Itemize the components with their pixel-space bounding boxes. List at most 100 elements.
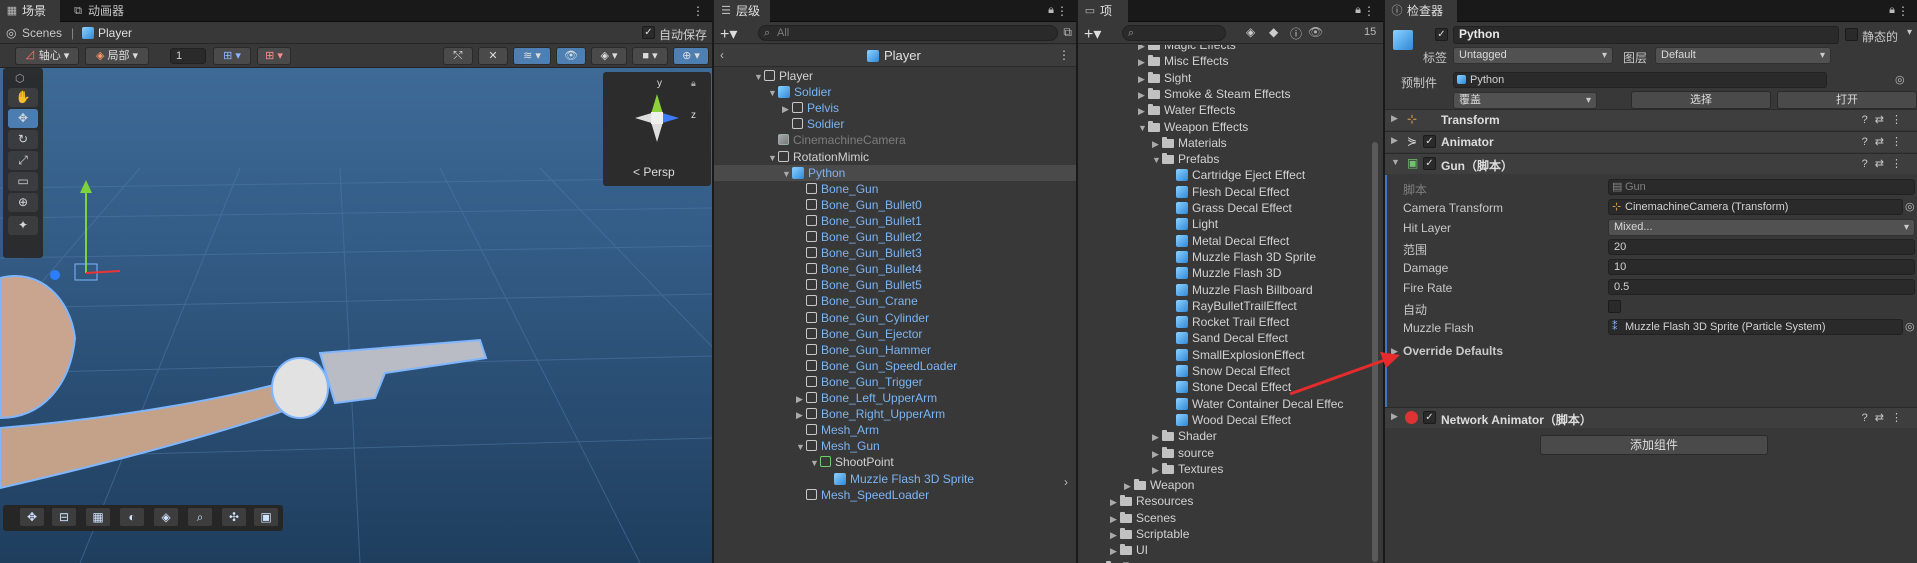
expand-arrow-icon[interactable]: ▶ — [782, 101, 792, 117]
bottom-move-icon[interactable]: ✥ — [20, 508, 44, 526]
lighting-toggle[interactable]: ⤲ — [443, 47, 473, 65]
project-asset[interactable]: Sand Decal Effect — [1078, 330, 1370, 346]
expand-arrow-icon[interactable]: ▶ — [1110, 511, 1120, 527]
grid-visibility-button[interactable]: ⊞ ▾ — [257, 47, 291, 65]
project-folder[interactable]: ▶ Water Effects — [1078, 102, 1370, 118]
component-header-icons[interactable]: ?⇄⋮ — [1862, 157, 1909, 170]
gun-enabled-checkbox[interactable]: ✓ — [1423, 157, 1436, 170]
project-folder[interactable]: ▼ Fonts — [1078, 559, 1370, 563]
expand-arrow-icon[interactable]: ▶ — [1391, 346, 1398, 357]
hierarchy-item[interactable]: ▶ Pelvis — [714, 100, 1076, 116]
range-field[interactable]: 20 — [1608, 239, 1915, 255]
add-component-button[interactable]: 添加组件 — [1540, 435, 1768, 455]
project-folder[interactable]: ▶ Scenes — [1078, 510, 1370, 526]
expand-arrow-icon[interactable]: ▶ — [1138, 54, 1148, 70]
bottom-grid-icon[interactable]: ▦ — [86, 508, 110, 526]
expand-arrow-icon[interactable]: ▼ — [782, 166, 792, 182]
gun-component-header[interactable]: ▼ ▣ ✓ Gun（脚本） ?⇄⋮ — [1385, 153, 1917, 174]
expand-arrow-icon[interactable]: ▶ — [1124, 478, 1134, 494]
hierarchy-item[interactable]: ▼ RotationMimic — [714, 149, 1076, 165]
scene-viewport[interactable]: ✋ ✥ ↻ ⤢ ▭ ⊕ ✦ ⬡ y z 🔒︎ < Persp ✥ ⊟ ▦ ◐ ◈… — [0, 68, 712, 563]
chevron-right-icon[interactable]: › — [1064, 475, 1068, 489]
object-picker-icon[interactable]: ◎ — [1905, 320, 1915, 333]
info-icon[interactable]: ⓘ — [1290, 25, 1302, 42]
more-menu-icon[interactable]: ⋮ — [1058, 48, 1070, 62]
project-folder[interactable]: ▶ UI — [1078, 542, 1370, 558]
pivot-dropdown[interactable]: ⊿ 轴心 ▾ — [15, 47, 79, 65]
tab-animator[interactable]: ⧉ 动画器 — [66, 0, 146, 22]
more-menu-icon[interactable]: ⋮ — [1897, 4, 1909, 18]
expand-arrow-icon[interactable]: ▶ — [1152, 429, 1162, 445]
project-scrollbar[interactable] — [1372, 142, 1378, 562]
rotate-tool-button[interactable]: ↻ — [8, 130, 38, 149]
expand-arrow-icon[interactable]: ▼ — [1138, 120, 1148, 136]
hierarchy-item[interactable]: ▼ Soldier — [714, 84, 1076, 100]
layers-dropdown[interactable]: ◈ ▾ — [591, 47, 627, 65]
muzzle-flash-field[interactable]: ⁑ Muzzle Flash 3D Sprite (Particle System… — [1608, 319, 1903, 335]
eye-icon[interactable]: 👁 — [1308, 25, 1323, 39]
hierarchy-item[interactable]: Mesh_SpeedLoader — [714, 487, 1076, 503]
project-asset[interactable]: Muzzle Flash Billboard — [1078, 282, 1370, 298]
lock-icon[interactable]: 🔒︎ — [1889, 4, 1895, 17]
component-header-icons[interactable]: ?⇄⋮ — [1862, 411, 1909, 424]
expand-arrow-icon[interactable]: ▼ — [768, 85, 778, 101]
auto-checkbox[interactable] — [1608, 300, 1621, 313]
hierarchy-item[interactable]: Bone_Gun_Bullet4 — [714, 261, 1076, 277]
select-button[interactable]: 选择 — [1631, 91, 1771, 109]
more-menu-icon[interactable]: ⋮ — [1363, 4, 1375, 18]
expand-arrow-icon[interactable]: ▼ — [768, 150, 778, 166]
local-dropdown[interactable]: ◈ 局部 ▾ — [85, 47, 149, 65]
hierarchy-item[interactable]: Bone_Gun — [714, 181, 1076, 197]
project-folder[interactable]: ▶ Textures — [1078, 461, 1370, 477]
grid-snap-button[interactable]: ⊞ ▾ — [213, 47, 251, 65]
static-dropdown-arrow[interactable]: ▾ — [1907, 27, 1912, 38]
breadcrumb-scenes[interactable]: Scenes — [22, 26, 62, 40]
more-menu-icon[interactable]: ⋮ — [692, 4, 704, 18]
project-folder[interactable]: ▼ Prefabs — [1078, 151, 1370, 167]
expand-arrow-icon[interactable]: ▶ — [1110, 494, 1120, 510]
scale-tool-button[interactable]: ⤢ — [8, 151, 38, 170]
expand-arrow-icon[interactable]: ▼ — [1096, 560, 1106, 563]
project-folder[interactable]: ▶ Sight — [1078, 70, 1370, 86]
hierarchy-item[interactable]: Bone_Gun_SpeedLoader — [714, 358, 1076, 374]
project-asset[interactable]: SmallExplosionEffect — [1078, 347, 1370, 363]
expand-arrow-icon[interactable]: ▶ — [796, 391, 806, 407]
expand-arrow-icon[interactable]: ▶ — [1152, 446, 1162, 462]
project-asset[interactable]: Snow Decal Effect — [1078, 363, 1370, 379]
project-folder[interactable]: ▶ Smoke & Steam Effects — [1078, 86, 1370, 102]
damage-field[interactable]: 10 — [1608, 259, 1915, 275]
project-folder[interactable]: ▶ source — [1078, 445, 1370, 461]
hierarchy-item[interactable]: ▼ Python — [714, 164, 1076, 182]
component-header-icons[interactable]: ?⇄⋮ — [1862, 113, 1909, 126]
camera-dropdown[interactable]: ■ ▾ — [632, 47, 668, 65]
object-name-field[interactable]: Python — [1453, 26, 1839, 44]
autosave-checkbox[interactable]: ✓ — [642, 26, 655, 39]
project-folder[interactable]: ▶ Scriptable — [1078, 526, 1370, 542]
add-icon[interactable]: +▾ — [720, 24, 737, 44]
bottom-pan-icon[interactable]: ✣ — [222, 508, 246, 526]
hierarchy-item[interactable]: Bone_Gun_Crane — [714, 293, 1076, 309]
tag-dropdown[interactable]: Untagged — [1453, 47, 1613, 64]
audio-toggle[interactable]: ✕ — [478, 47, 508, 65]
hit-layer-dropdown[interactable]: Mixed... — [1608, 219, 1915, 236]
component-header-icons[interactable]: ?⇄⋮ — [1862, 135, 1909, 148]
expand-arrow-icon[interactable]: ▶ — [1138, 103, 1148, 119]
project-folder[interactable]: ▶ Materials — [1078, 135, 1370, 151]
search-by-type-icon[interactable]: ◈ — [1246, 25, 1255, 39]
breadcrumb-player[interactable]: Player — [98, 26, 132, 40]
project-folder[interactable]: ▶ Shader — [1078, 428, 1370, 444]
search-by-label-icon[interactable]: ◆ — [1269, 25, 1278, 39]
back-arrow-icon[interactable]: ‹ — [720, 48, 724, 62]
hierarchy-item[interactable]: Mesh_Arm — [714, 422, 1076, 438]
project-asset[interactable]: Stone Decal Effect — [1078, 379, 1370, 395]
move-tool-button[interactable]: ✥ — [8, 109, 38, 128]
network-animator-component-header[interactable]: ▶ ✓ Network Animator（脚本） ?⇄⋮ — [1385, 407, 1917, 428]
hierarchy-item[interactable]: Soldier — [714, 116, 1076, 132]
project-asset[interactable]: Muzzle Flash 3D Sprite — [1078, 249, 1370, 265]
hierarchy-item[interactable]: Bone_Gun_Cylinder — [714, 310, 1076, 326]
hierarchy-item[interactable]: ▼ ShootPoint — [714, 454, 1076, 470]
lock-icon[interactable]: 🔒︎ — [691, 78, 696, 89]
project-folder[interactable]: ▶ Resources — [1078, 493, 1370, 509]
rect-tool-button[interactable]: ▭ — [8, 172, 38, 191]
expand-arrow-icon[interactable]: ▶ — [1152, 462, 1162, 478]
